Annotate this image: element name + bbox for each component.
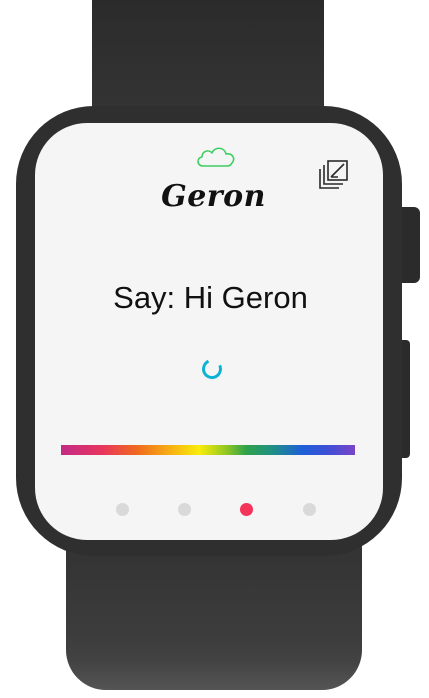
app-brand-title: Geron [161,179,266,214]
page-dot-4[interactable] [303,503,316,516]
watch-screen: Geron Say: Hi Geron [35,123,383,540]
page-dot-2[interactable] [178,503,191,516]
page-dot-1[interactable] [116,503,129,516]
page-indicator [35,503,383,517]
loading-spinner-icon [199,356,225,382]
voice-prompt-text: Say: Hi Geron [113,280,308,315]
digital-crown[interactable] [400,207,420,283]
cloud-icon [197,147,235,167]
voice-rainbow-bar [61,445,355,455]
band-shade [66,660,362,690]
watch-frame: Geron Say: Hi Geron [0,0,429,698]
page-dot-3-active[interactable] [240,503,253,516]
